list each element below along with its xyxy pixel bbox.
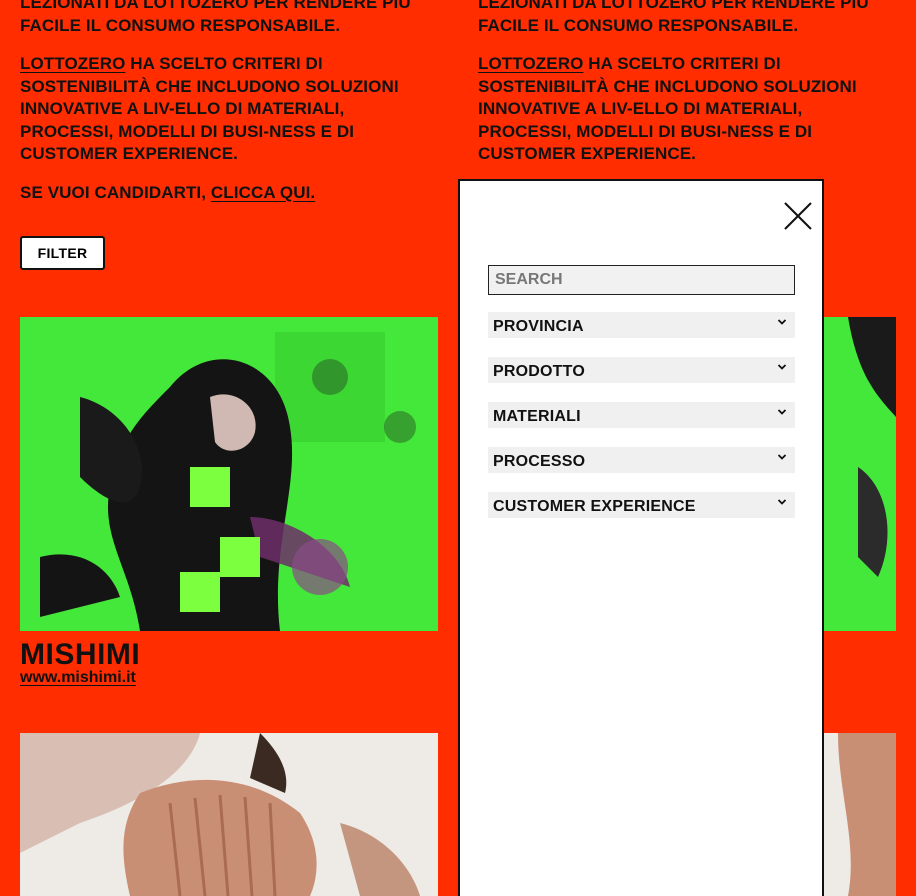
chevron-down-icon: [777, 319, 787, 325]
filter-panel: PROVINCIA PRODOTTO MATERIALI PROCESSO CU…: [458, 179, 824, 896]
lottozero-link[interactable]: LOTTOZERO: [20, 54, 125, 73]
filter-button[interactable]: FILTER: [20, 236, 105, 270]
dropdown-materiali[interactable]: MATERIALI: [488, 402, 795, 428]
close-icon[interactable]: [783, 201, 813, 231]
fashion-photo: [20, 733, 438, 896]
chevron-down-icon: [777, 364, 787, 370]
chevron-down-icon: [777, 499, 787, 505]
intro-paragraph-2: LOTTOZERO HA SCELTO CRITERI DI SOSTENIBI…: [478, 54, 857, 163]
intro-paragraph-1: LEZIONATI DA LOTTOZERO PER RENDERE PIÙ F…: [478, 0, 869, 35]
intro-left: LEZIONATI DA LOTTOZERO PER RENDERE PIÙ F…: [20, 0, 440, 204]
search-input[interactable]: [488, 265, 795, 295]
chevron-down-icon: [777, 454, 787, 460]
intro-right: LEZIONATI DA LOTTOZERO PER RENDERE PIÙ F…: [478, 0, 898, 204]
dropdown-provincia[interactable]: PROVINCIA: [488, 312, 795, 338]
brand-name: MISHIMI: [20, 638, 141, 671]
dropdown-prodotto[interactable]: PRODOTTO: [488, 357, 795, 383]
apply-link[interactable]: CLICCA QUI.: [211, 183, 315, 202]
lottozero-link[interactable]: LOTTOZERO: [478, 54, 583, 73]
intro-paragraph-3: SE VUOI CANDIDARTI, CLICCA QUI.: [20, 182, 316, 202]
brand-card-image[interactable]: [20, 733, 438, 896]
brand-url-link[interactable]: www.mishimi.it: [20, 669, 136, 687]
fashion-photo: [20, 317, 438, 631]
intro-paragraph-1: LEZIONATI DA LOTTOZERO PER RENDERE PIÙ F…: [20, 0, 411, 35]
brand-card-image[interactable]: [20, 317, 438, 631]
dropdown-processo[interactable]: PROCESSO: [488, 447, 795, 473]
dropdown-customer-experience[interactable]: CUSTOMER EXPERIENCE: [488, 492, 795, 518]
chevron-down-icon: [777, 409, 787, 415]
intro-paragraph-2: LOTTOZERO HA SCELTO CRITERI DI SOSTENIBI…: [20, 54, 399, 163]
